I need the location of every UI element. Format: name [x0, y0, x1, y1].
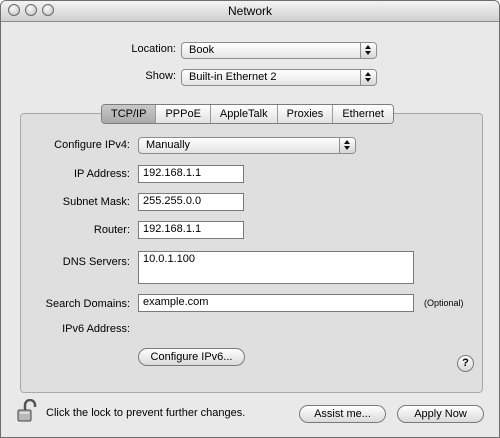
- configure-ipv4-popup[interactable]: Manually: [138, 137, 356, 154]
- popup-arrows-icon: [360, 43, 376, 58]
- tab-pppoe[interactable]: PPPoE: [156, 105, 211, 123]
- ipv6-address-label: IPv6 Address:: [62, 323, 130, 335]
- assist-me-button[interactable]: Assist me...: [299, 405, 386, 423]
- location-value: Book: [189, 44, 215, 56]
- subnet-mask-field[interactable]: 255.255.0.0: [138, 193, 244, 211]
- show-label: Show:: [145, 70, 176, 82]
- tab-tcpip[interactable]: TCP/IP: [102, 105, 157, 123]
- dns-servers-field[interactable]: 10.0.1.100: [138, 251, 414, 284]
- location-popup[interactable]: Book: [181, 42, 377, 59]
- configure-ipv4-value: Manually: [146, 139, 191, 151]
- tab-proxies[interactable]: Proxies: [277, 105, 334, 123]
- configure-ipv6-button[interactable]: Configure IPv6...: [138, 348, 245, 366]
- apply-now-button[interactable]: Apply Now: [397, 405, 484, 423]
- show-value: Built-in Ethernet 2: [189, 71, 277, 83]
- search-domains-label: Search Domains:: [45, 298, 130, 310]
- tab-appletalk[interactable]: AppleTalk: [210, 105, 278, 123]
- configure-ipv4-label: Configure IPv4:: [54, 139, 130, 151]
- dns-servers-label: DNS Servers:: [62, 256, 130, 268]
- subnet-mask-label: Subnet Mask:: [62, 196, 130, 208]
- router-field[interactable]: 192.168.1.1: [138, 221, 244, 239]
- location-label: Location:: [131, 43, 176, 55]
- network-window: Network Location: Book Show: Built-in Et…: [0, 0, 500, 438]
- ip-address-label: IP Address:: [73, 168, 130, 180]
- lock-icon[interactable]: [16, 398, 40, 426]
- title-bar: Network: [1, 1, 499, 22]
- optional-note: (Optional): [424, 298, 464, 308]
- popup-arrows-icon: [339, 138, 355, 153]
- search-domains-field[interactable]: example.com: [138, 294, 414, 312]
- tab-bar: TCP/IP PPPoE AppleTalk Proxies Ethernet: [101, 104, 394, 124]
- window-title: Network: [227, 4, 272, 18]
- help-icon[interactable]: ?: [457, 355, 474, 372]
- router-label: Router:: [93, 224, 130, 236]
- lock-message: Click the lock to prevent further change…: [46, 407, 246, 419]
- show-popup[interactable]: Built-in Ethernet 2: [181, 69, 377, 86]
- ip-address-field[interactable]: 192.168.1.1: [138, 165, 244, 183]
- tab-ethernet[interactable]: Ethernet: [333, 105, 393, 123]
- popup-arrows-icon: [360, 70, 376, 85]
